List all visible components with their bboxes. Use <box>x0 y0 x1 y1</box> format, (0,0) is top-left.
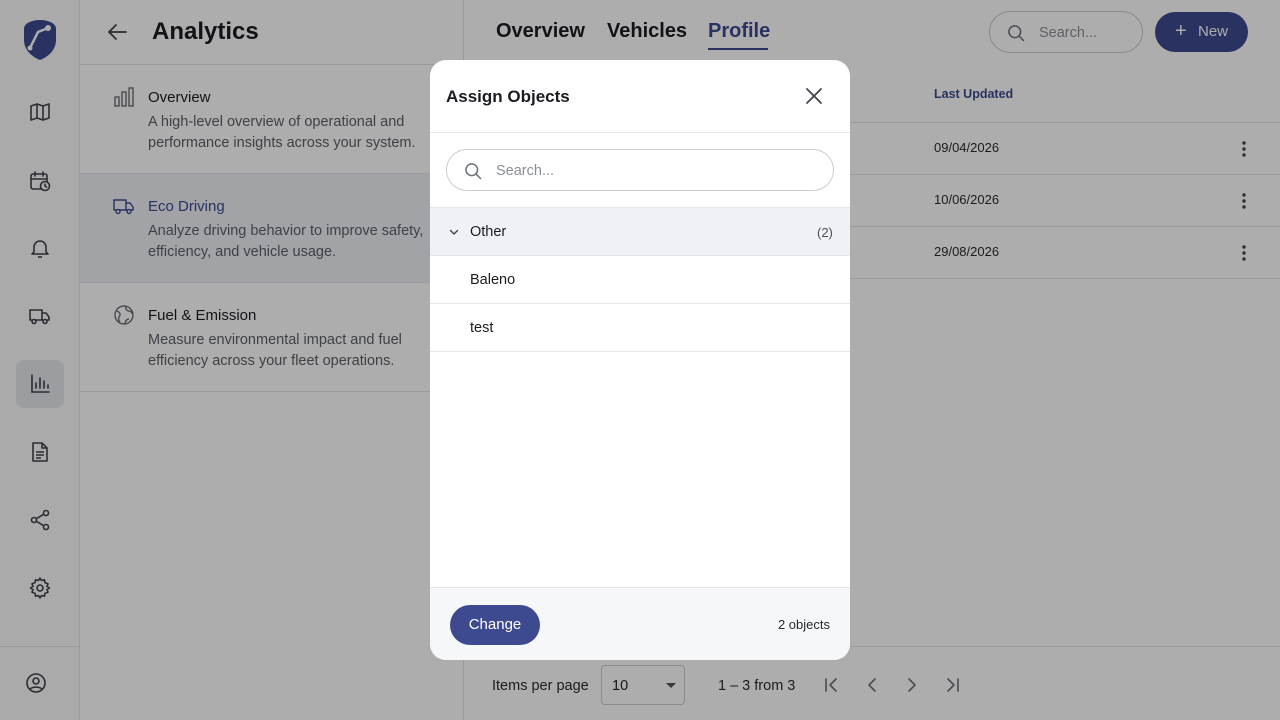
list-item[interactable]: Baleno <box>430 256 850 304</box>
object-name: Baleno <box>470 272 516 288</box>
close-icon[interactable] <box>802 84 826 108</box>
dialog-title: Assign Objects <box>446 87 570 106</box>
change-button[interactable]: Change <box>450 605 540 645</box>
dialog-divider <box>430 132 850 133</box>
list-item[interactable]: test <box>430 304 850 352</box>
group-name: Other <box>470 224 507 240</box>
search-icon <box>465 163 482 180</box>
object-group-row[interactable]: Other (2) <box>430 207 850 256</box>
object-name: test <box>470 320 494 336</box>
dialog-footer: Change 2 objects <box>430 587 850 660</box>
assign-objects-dialog: Assign Objects Search... Other (2) Balen… <box>430 60 850 660</box>
chevron-down-icon[interactable] <box>448 226 460 238</box>
group-count: (2) <box>817 225 833 240</box>
dialog-search-input[interactable]: Search... <box>446 149 834 191</box>
dialog-search-placeholder: Search... <box>496 163 555 179</box>
object-count: 2 objects <box>777 617 830 632</box>
